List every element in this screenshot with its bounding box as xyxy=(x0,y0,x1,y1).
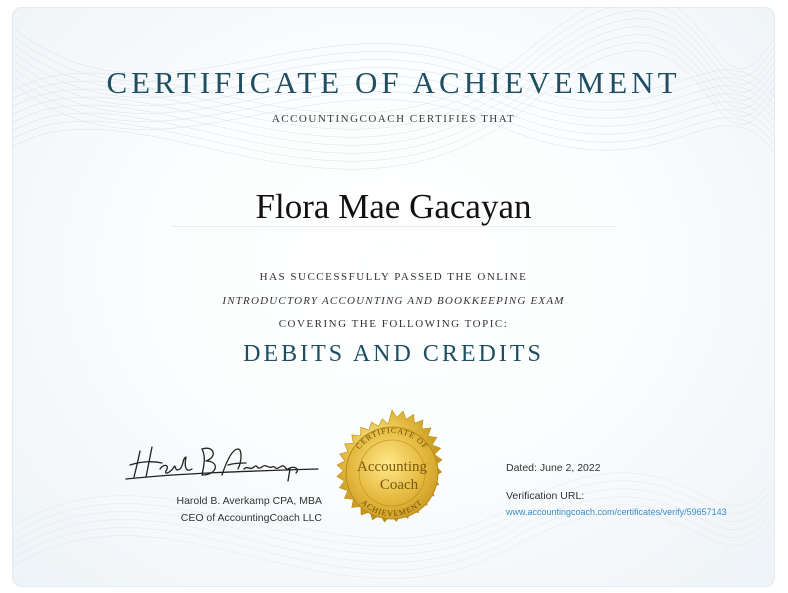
certificate-title: CERTIFICATE OF ACHIEVEMENT xyxy=(106,65,681,100)
exam-name: INTRODUCTORY ACCOUNTING AND BOOKKEEPING … xyxy=(222,295,565,307)
certifies-line: ACCOUNTINGCOACH CERTIFIES THAT xyxy=(271,113,516,125)
seal-brand-line2: Coach xyxy=(380,477,419,493)
handwritten-signature xyxy=(125,446,319,482)
recipient-name: Flora Mae Gacayan xyxy=(255,187,532,226)
covering-line: COVERING THE FOLLOWING TOPIC: xyxy=(278,318,509,330)
topic-title: DEBITS AND CREDITS xyxy=(243,341,544,367)
certificate-card: CERTIFICATE OF ACHIEVEMENT ACCOUNTINGCOA… xyxy=(12,7,775,587)
passed-line: HAS SUCCESSFULLY PASSED THE ONLINE xyxy=(259,271,528,283)
signatory-title: CEO of AccountingCoach LLC xyxy=(180,512,322,524)
seal-brand-line1: Accounting xyxy=(357,459,427,475)
date-issued: Dated: June 2, 2022 xyxy=(506,462,601,474)
signatory-name: Harold B. Averkamp CPA, MBA xyxy=(176,495,323,507)
verification-link[interactable]: www.accountingcoach.com/certificates/ver… xyxy=(506,507,727,517)
gold-seal-icon: CERTIFICATE OF ACHIEVEMENT Accounting Co… xyxy=(336,409,443,523)
verification-label: Verification URL: xyxy=(506,490,585,502)
name-divider xyxy=(172,226,615,227)
